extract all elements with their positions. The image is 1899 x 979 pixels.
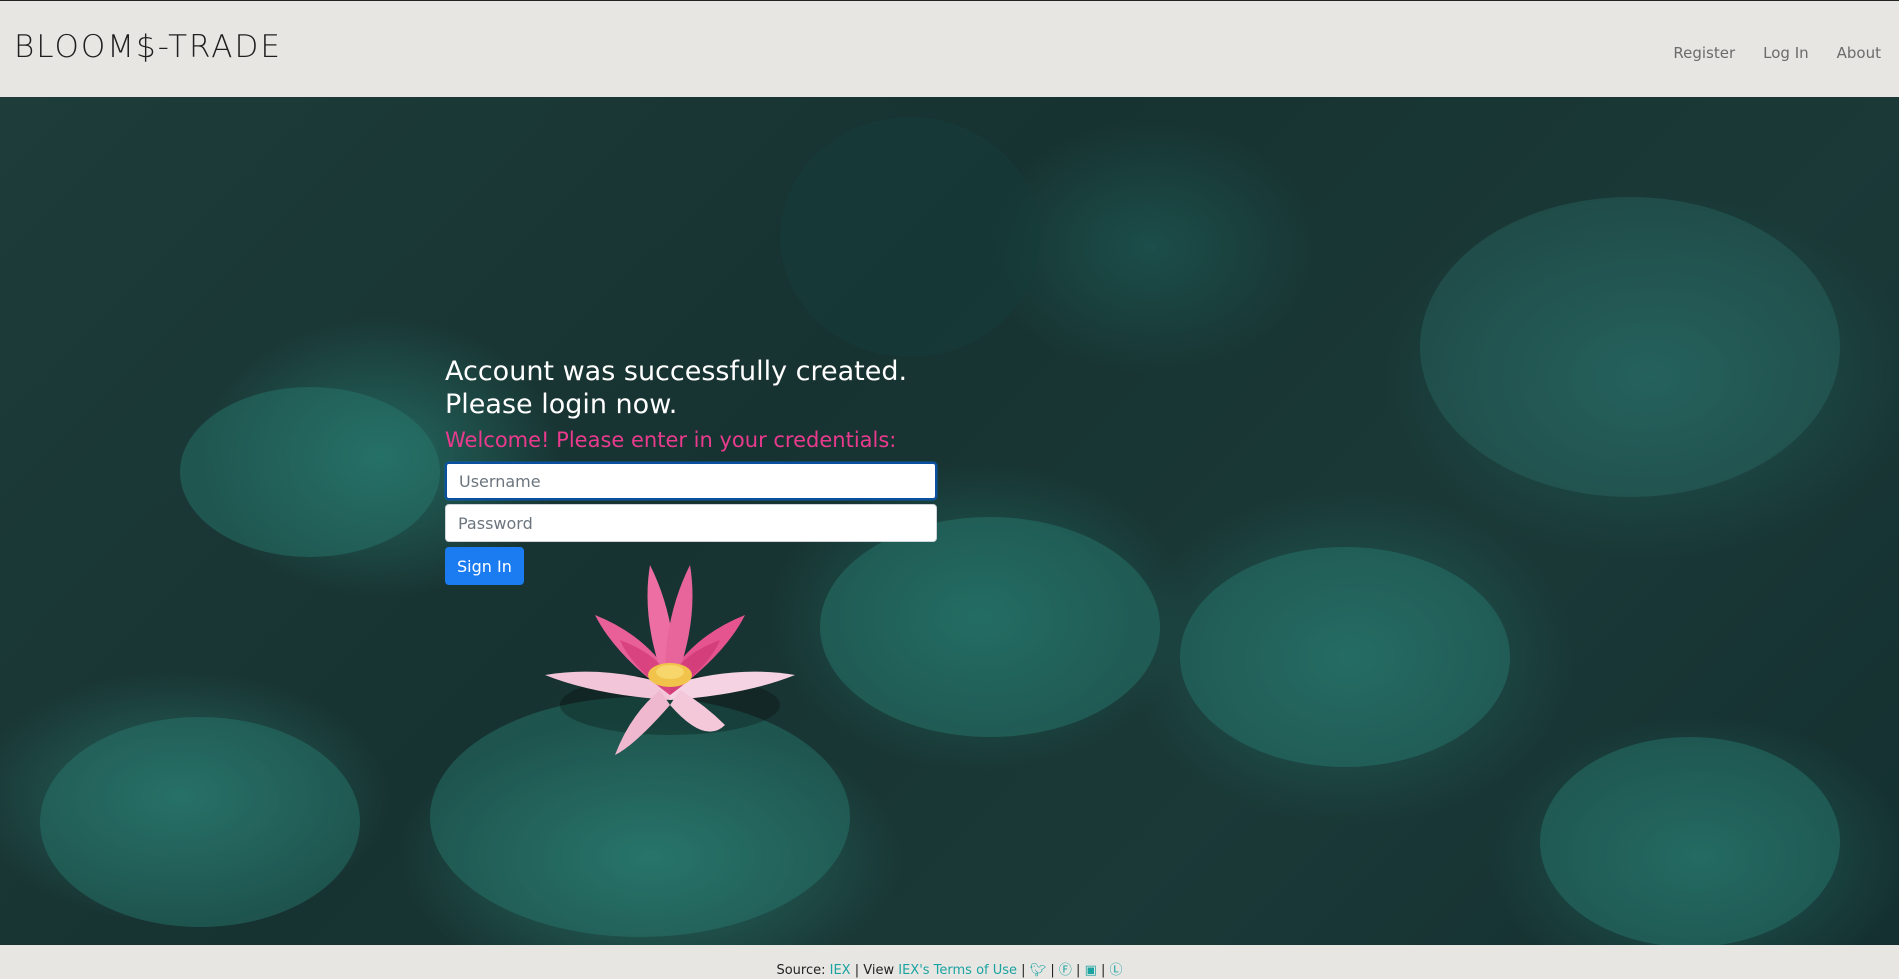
lily-pad-decoration <box>40 717 360 927</box>
login-panel: Account was successfully created. Please… <box>445 355 937 585</box>
password-input[interactable] <box>445 504 937 542</box>
lily-pad-decoration <box>1180 547 1510 767</box>
linkedin-icon[interactable]: Ⓛ <box>1110 959 1123 978</box>
footer-separator: | <box>1021 963 1026 978</box>
lily-pad-decoration <box>1540 737 1840 945</box>
footer-separator: | <box>1101 963 1106 978</box>
nav-about-link[interactable]: About <box>1837 44 1881 62</box>
lotus-flower-image <box>545 565 795 755</box>
instagram-icon[interactable]: ▣ <box>1085 963 1097 978</box>
hero-background: Account was successfully created. Please… <box>0 97 1899 945</box>
success-message: Account was successfully created. Please… <box>445 355 937 421</box>
brand-logo[interactable]: BLOOM$-TRADE <box>14 29 282 65</box>
nav-login-link[interactable]: Log In <box>1763 44 1809 62</box>
footer-separator: | <box>1076 963 1081 978</box>
iex-terms-link[interactable]: IEX's Terms of Use <box>898 963 1017 978</box>
top-navbar: BLOOM$-TRADE Register Log In About <box>0 0 1899 97</box>
iex-source-link[interactable]: IEX <box>830 963 851 978</box>
footer-separator: | <box>1050 963 1055 978</box>
facebook-icon[interactable]: Ⓕ <box>1059 959 1072 978</box>
nav-register-link[interactable]: Register <box>1673 44 1735 62</box>
lily-pad-decoration <box>180 387 440 557</box>
lily-pad-decoration <box>780 117 1040 357</box>
success-line-2: Please login now. <box>445 389 678 420</box>
footer-source-label: Source: <box>776 963 826 978</box>
footer-view-label: | View <box>854 963 895 978</box>
nav-links: Register Log In About <box>1673 44 1881 62</box>
success-line-1: Account was successfully created. <box>445 356 908 387</box>
lily-pad-decoration <box>1420 197 1840 497</box>
footer: Source: IEX | View IEX's Terms of Use | … <box>0 945 1899 979</box>
twitter-icon[interactable]: 🐦︎ <box>1030 963 1047 978</box>
welcome-heading: Welcome! Please enter in your credential… <box>445 428 897 452</box>
sign-in-button[interactable]: Sign In <box>445 547 524 585</box>
username-input[interactable] <box>445 462 937 500</box>
